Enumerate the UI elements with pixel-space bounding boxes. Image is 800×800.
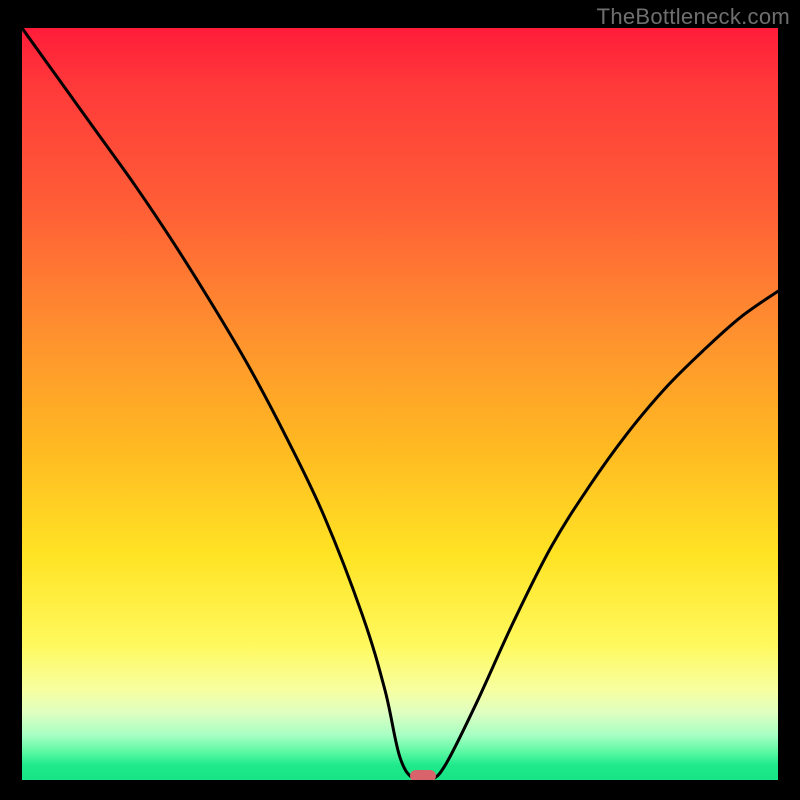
chart-frame: TheBottleneck.com bbox=[0, 0, 800, 800]
watermark-text: TheBottleneck.com bbox=[597, 4, 790, 30]
bottleneck-curve bbox=[22, 28, 778, 780]
minimum-marker-icon bbox=[410, 770, 436, 780]
plot-area bbox=[22, 28, 778, 780]
